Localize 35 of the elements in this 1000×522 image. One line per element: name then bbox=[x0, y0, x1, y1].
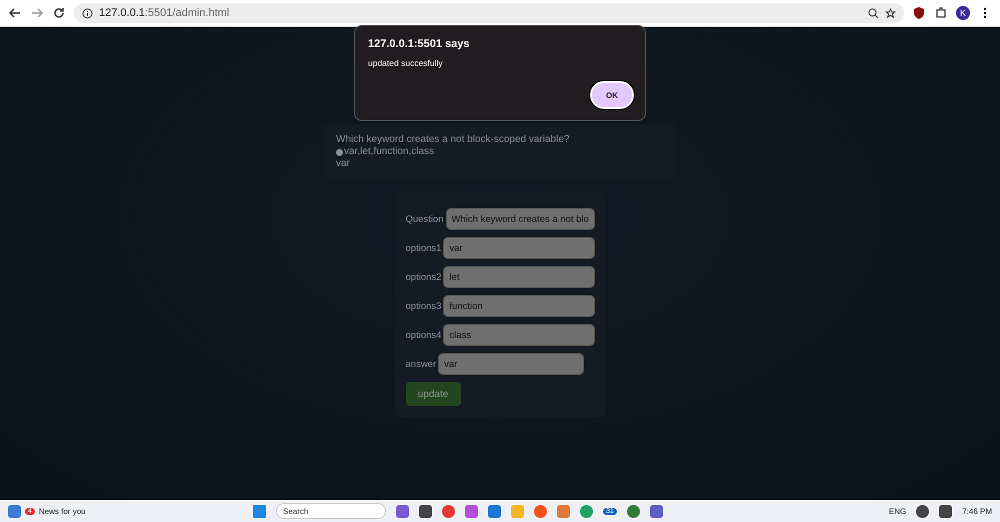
question-text: Which keyword creates a not block-scoped variable? bbox=[336, 134, 570, 146]
ok-button[interactable]: OK bbox=[590, 81, 634, 109]
clock-time[interactable]: 7:46 PM bbox=[962, 506, 992, 516]
shield-icon[interactable] bbox=[912, 6, 926, 20]
input-field[interactable]: function bbox=[443, 295, 594, 317]
zoom-icon[interactable] bbox=[868, 8, 879, 18]
back-icon[interactable] bbox=[8, 6, 22, 20]
profile-avatar[interactable]: K bbox=[956, 6, 970, 20]
dialog-title: 127.0.0.1:5501 says bbox=[368, 38, 471, 50]
field-label: Question bbox=[406, 214, 444, 224]
news-title[interactable]: News for you bbox=[38, 506, 86, 516]
star-icon[interactable] bbox=[885, 8, 896, 18]
forward-icon[interactable] bbox=[30, 6, 44, 20]
language-indicator[interactable]: ENG bbox=[888, 506, 906, 516]
field-label: options2 bbox=[406, 272, 442, 282]
update-button[interactable]: update bbox=[406, 382, 460, 406]
input-field[interactable]: var bbox=[438, 353, 584, 375]
field-label: answer bbox=[406, 358, 436, 370]
radio-icon[interactable] bbox=[336, 148, 343, 156]
search-field[interactable]: Search bbox=[276, 503, 386, 519]
puzzle-icon[interactable] bbox=[934, 6, 948, 20]
address-bar[interactable]: 127.0.0.1:5501/admin.html bbox=[74, 3, 904, 23]
field-label: options4 bbox=[406, 330, 442, 340]
input-field[interactable]: class bbox=[443, 324, 594, 346]
field-label: options3 bbox=[406, 300, 442, 312]
answer-text: var bbox=[336, 158, 351, 170]
info-icon[interactable] bbox=[82, 8, 93, 18]
field-label: options1 bbox=[406, 242, 442, 254]
input-field[interactable]: let bbox=[443, 266, 594, 288]
input-field[interactable]: var bbox=[443, 237, 594, 259]
reload-icon[interactable] bbox=[52, 6, 66, 20]
input-field[interactable]: Which keyword creates a not blo bbox=[446, 208, 594, 230]
dialog-message: updated succesfully bbox=[368, 58, 444, 68]
url-text: 127.0.0.1:5501/admin.html bbox=[99, 7, 230, 19]
options-text: var,let,function,class bbox=[344, 146, 434, 158]
